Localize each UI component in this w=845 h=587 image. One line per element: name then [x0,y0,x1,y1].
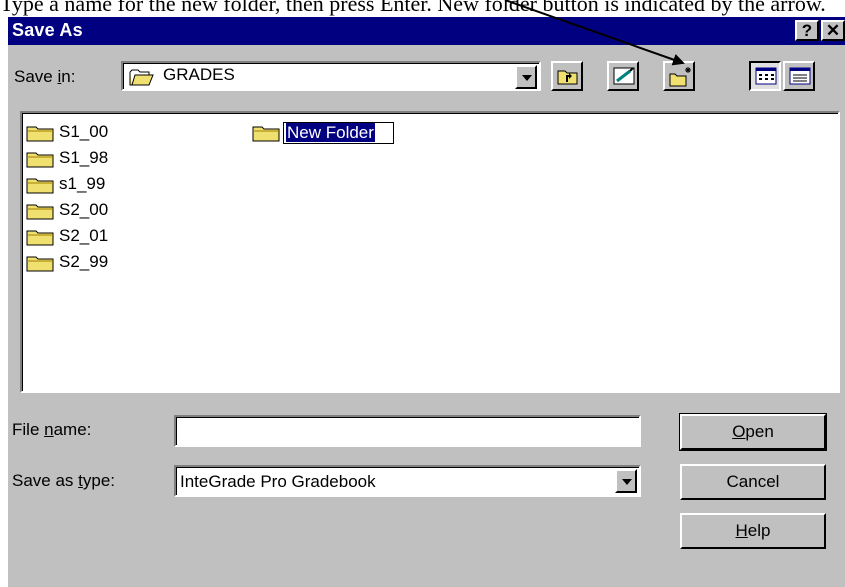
cancel-button[interactable]: Cancel [680,464,826,500]
list-item[interactable]: S2_01 [26,225,108,247]
open-folder-icon [129,67,155,92]
help-button[interactable]: Help [680,513,826,549]
up-one-level-button[interactable] [551,61,583,91]
help-title-button[interactable]: ? [795,20,819,41]
new-folder-name-input[interactable]: New Folder [283,121,394,144]
list-item[interactable]: S2_99 [26,251,108,273]
list-view-button[interactable] [749,61,781,91]
folder-icon [26,126,54,142]
folder-name: S2_00 [59,200,109,219]
new-folder-button[interactable] [663,61,695,91]
save-in-combo[interactable]: GRADES [121,61,541,91]
save-in-value: GRADES [163,65,235,84]
save-as-type-label: Save as type: [12,471,116,490]
folder-icon [26,256,54,272]
details-view-button[interactable] [783,61,815,91]
folder-name: S1_00 [59,122,109,141]
instruction-caption: Type a name for the new folder, then pre… [0,0,826,16]
file-list[interactable]: S1_00 S1_98 s1_99 S2_00 S2_01 S2_99 New … [20,111,840,393]
save-in-label: Save in: [14,67,76,86]
file-name-input[interactable] [174,415,641,447]
folder-icon [26,230,54,246]
title-bar[interactable]: Save As ? ✕ [8,17,845,45]
list-item[interactable]: S1_98 [26,147,108,169]
list-item[interactable]: S1_00 [26,121,108,143]
file-name-label: File name: [12,420,92,439]
folder-icon [26,152,54,168]
folder-name: S1_98 [59,148,109,167]
save-as-dialog: Save As ? ✕ Save in: GRADES S1_00 S1_98 … [8,17,845,587]
folder-name: S2_99 [59,252,109,271]
open-button[interactable]: Open [679,413,827,451]
list-item[interactable]: s1_99 [26,173,105,195]
folder-name: s1_99 [59,174,106,193]
save-in-dropdown-button[interactable] [515,65,537,89]
folder-icon [252,126,280,142]
save-as-type-dropdown-button[interactable] [615,469,637,493]
close-button[interactable]: ✕ [821,20,845,41]
desktop-button[interactable] [607,61,639,91]
list-item[interactable]: S2_00 [26,199,108,221]
save-as-type-value: InteGrade Pro Gradebook [180,472,376,491]
save-as-type-combo[interactable]: InteGrade Pro Gradebook [174,465,641,497]
folder-icon [26,204,54,220]
folder-icon [26,178,54,194]
folder-name: S2_01 [59,226,109,245]
new-folder-item[interactable]: New Folder [252,121,394,144]
dialog-title: Save As [12,20,83,40]
